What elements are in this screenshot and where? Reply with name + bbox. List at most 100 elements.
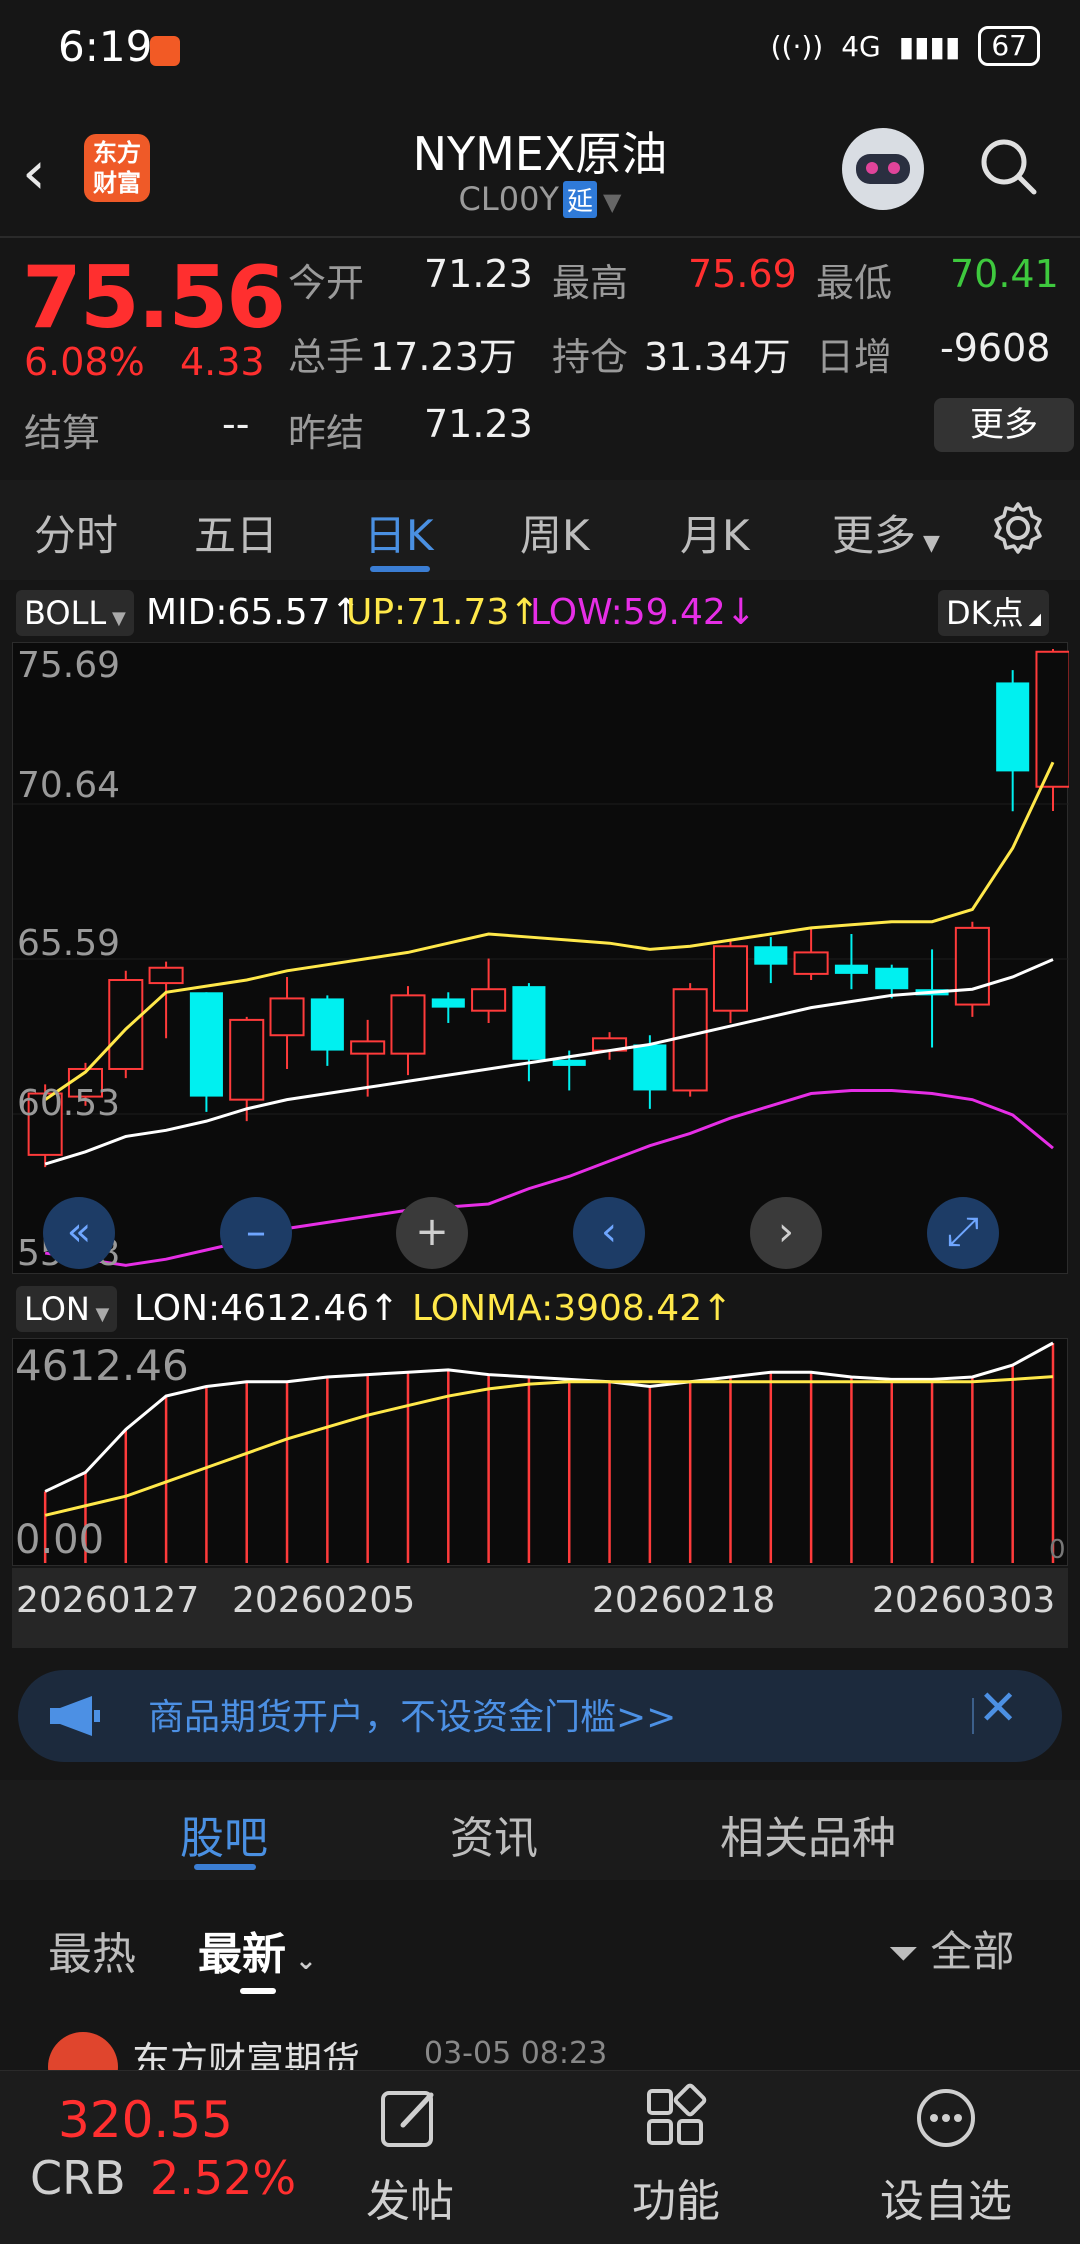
contract-code-selector[interactable]: CL00Y 延 ▼ <box>340 180 740 218</box>
candle-body <box>712 945 749 1012</box>
edit-icon <box>381 2091 434 2147</box>
candle-body <box>996 682 1030 772</box>
filter-all-label: 全部 <box>930 1927 1015 1976</box>
lon-line <box>44 1341 1054 1493</box>
candle-body <box>1035 650 1069 788</box>
zoom-in-icon[interactable]: + <box>396 1197 468 1269</box>
open-value: 71.23 <box>424 252 533 296</box>
lonma-line <box>44 1375 1054 1517</box>
filter-icon: ⏷ <box>888 1931 931 1975</box>
logo-line2: 财富 <box>93 169 141 197</box>
robot-assistant-icon[interactable] <box>842 128 924 210</box>
corner-icon: ◢ <box>1023 609 1042 628</box>
active-tab-indicator <box>194 1864 256 1870</box>
y-tick-4: 60.53 <box>17 1083 121 1124</box>
boll-indicator-row: BOLL ▼ MID:65.57↑ UP:71.73↑ LOW:59.42↓ D… <box>0 584 1080 644</box>
post-button[interactable]: 发帖 <box>320 2081 500 2229</box>
candle-body <box>552 1059 586 1066</box>
add-watchlist-label: 设自选 <box>880 2176 1012 2227</box>
tab-five-day[interactable]: 五日 <box>194 502 278 563</box>
tab-guba[interactable]: 股吧 <box>180 1802 268 1866</box>
post-time: 03-05 08:23 <box>424 2036 608 2071</box>
bottom-bar: 320.55 CRB 2.52% 发帖 功能 设自选 <box>0 2070 1080 2244</box>
period-tabs: 分时 五日 日K 周K 月K 更多 ▼ <box>0 480 1080 580</box>
tab-related[interactable]: 相关品种 <box>720 1802 896 1866</box>
dk-point-button[interactable]: DK点 ◢ <box>938 590 1050 636</box>
back-arrow-icon[interactable]: ‹ <box>22 138 46 208</box>
close-icon[interactable]: ✕ <box>978 1680 1018 1736</box>
banner-text[interactable]: 商品期货开户，不设资金门槛>> <box>148 1688 676 1740</box>
function-button[interactable]: 功能 <box>586 2081 766 2229</box>
lonma-value: LONMA:3908.42↑ <box>412 1288 733 1329</box>
tab-news[interactable]: 资讯 <box>450 1802 538 1866</box>
sub-indicator-name: LON <box>24 1290 90 1328</box>
contract-code: CL00Y <box>458 180 559 218</box>
candlestick-chart[interactable]: 75.69 70.64 65.59 60.53 55.48 « – + ‹ › … <box>12 642 1069 1274</box>
settings-gear-icon[interactable] <box>990 500 1046 556</box>
more-button[interactable]: 更多 <box>934 398 1074 452</box>
fullscreen-icon[interactable]: ⤢ <box>927 1197 999 1269</box>
indicator-name: BOLL <box>24 594 107 632</box>
tab-intraday[interactable]: 分时 <box>34 502 118 563</box>
lon-chart[interactable]: 4612.46 0.00 0 <box>12 1338 1068 1566</box>
sort-hot[interactable]: 最热 <box>48 1918 136 1982</box>
candle-body <box>310 998 344 1051</box>
fast-back-icon[interactable]: « <box>43 1197 115 1269</box>
filter-button[interactable]: ⏷ 全部 <box>888 1918 1015 1979</box>
prev-icon[interactable]: ‹ <box>573 1197 645 1269</box>
sub-right-zero: 0 <box>1049 1535 1066 1565</box>
date-label: 20260127 <box>16 1580 200 1621</box>
last-price: 75.56 <box>22 248 286 348</box>
candle-body <box>148 966 184 985</box>
function-label: 功能 <box>632 2176 720 2227</box>
volume-value: 17.23万 <box>370 335 517 379</box>
boll-low: LOW:59.42↓ <box>530 592 756 633</box>
active-tab-indicator <box>370 566 430 572</box>
search-icon[interactable] <box>978 136 1038 196</box>
y-tick-3: 65.59 <box>17 923 121 964</box>
candle-body <box>834 964 868 974</box>
prev-settle-value: 71.23 <box>424 402 533 446</box>
sort-latest[interactable]: 最新 ⌄ <box>198 1918 317 1982</box>
brand-logo[interactable]: 东方 财富 <box>84 134 150 202</box>
crb-value[interactable]: 320.55 <box>58 2091 233 2149</box>
sub-indicator-selector[interactable]: LON ▼ <box>16 1286 118 1332</box>
page-title: NYMEX原油 <box>412 127 668 181</box>
candle-body <box>633 1044 667 1091</box>
app-notification-icon <box>150 36 180 66</box>
zoom-out-icon[interactable]: – <box>220 1197 292 1269</box>
prev-settle-label: 昨结 <box>288 411 365 455</box>
indicator-selector[interactable]: BOLL ▼ <box>16 590 134 636</box>
date-label: 20260218 <box>592 1580 776 1621</box>
next-icon[interactable]: › <box>750 1197 822 1269</box>
date-axis: 20260127 20260205 20260218 20260303 <box>12 1568 1068 1648</box>
candle-body <box>471 988 507 1012</box>
tab-daily-k[interactable]: 日K <box>364 502 434 563</box>
dropdown-icon: ▼ <box>916 531 940 556</box>
hotspot-icon: ((·)) <box>770 29 824 63</box>
tab-more[interactable]: 更多 ▼ <box>832 502 940 563</box>
crb-percent[interactable]: 2.52% <box>150 2151 296 2205</box>
candle-body <box>269 997 305 1037</box>
candle-body <box>431 998 465 1008</box>
lon-value: LON:4612.46↑ <box>134 1288 400 1329</box>
date-label: 20260205 <box>232 1580 416 1621</box>
tab-monthly-k[interactable]: 月K <box>680 502 750 563</box>
boll-up: UP:71.73↑ <box>346 592 540 633</box>
candle-body <box>672 988 708 1092</box>
status-icons: ((·)) 4G ▮▮▮▮ 67 <box>771 26 1040 66</box>
add-watchlist-button[interactable]: 设自选 <box>856 2081 1036 2229</box>
dropdown-icon: ▼ <box>89 1304 110 1325</box>
candlestick-svg <box>13 649 1069 1267</box>
candle-body <box>954 926 990 1006</box>
crb-label[interactable]: CRB <box>30 2151 126 2205</box>
quote-panel: 75.56 6.08% 4.33 今开 71.23 最高 75.69 最低 70… <box>0 240 1080 470</box>
lon-indicator-row: LON ▼ LON:4612.46↑ LONMA:3908.42↑ <box>0 1280 1080 1340</box>
candle-body <box>754 946 788 965</box>
high-value: 75.69 <box>688 252 797 296</box>
sort-latest-label: 最新 <box>198 1929 286 1980</box>
tab-weekly-k[interactable]: 周K <box>520 502 590 563</box>
sub-y-tick-bottom: 0.00 <box>15 1517 105 1563</box>
promo-banner[interactable]: 商品期货开户，不设资金门槛>> ✕ <box>18 1670 1062 1762</box>
date-label: 20260303 <box>872 1580 1056 1621</box>
